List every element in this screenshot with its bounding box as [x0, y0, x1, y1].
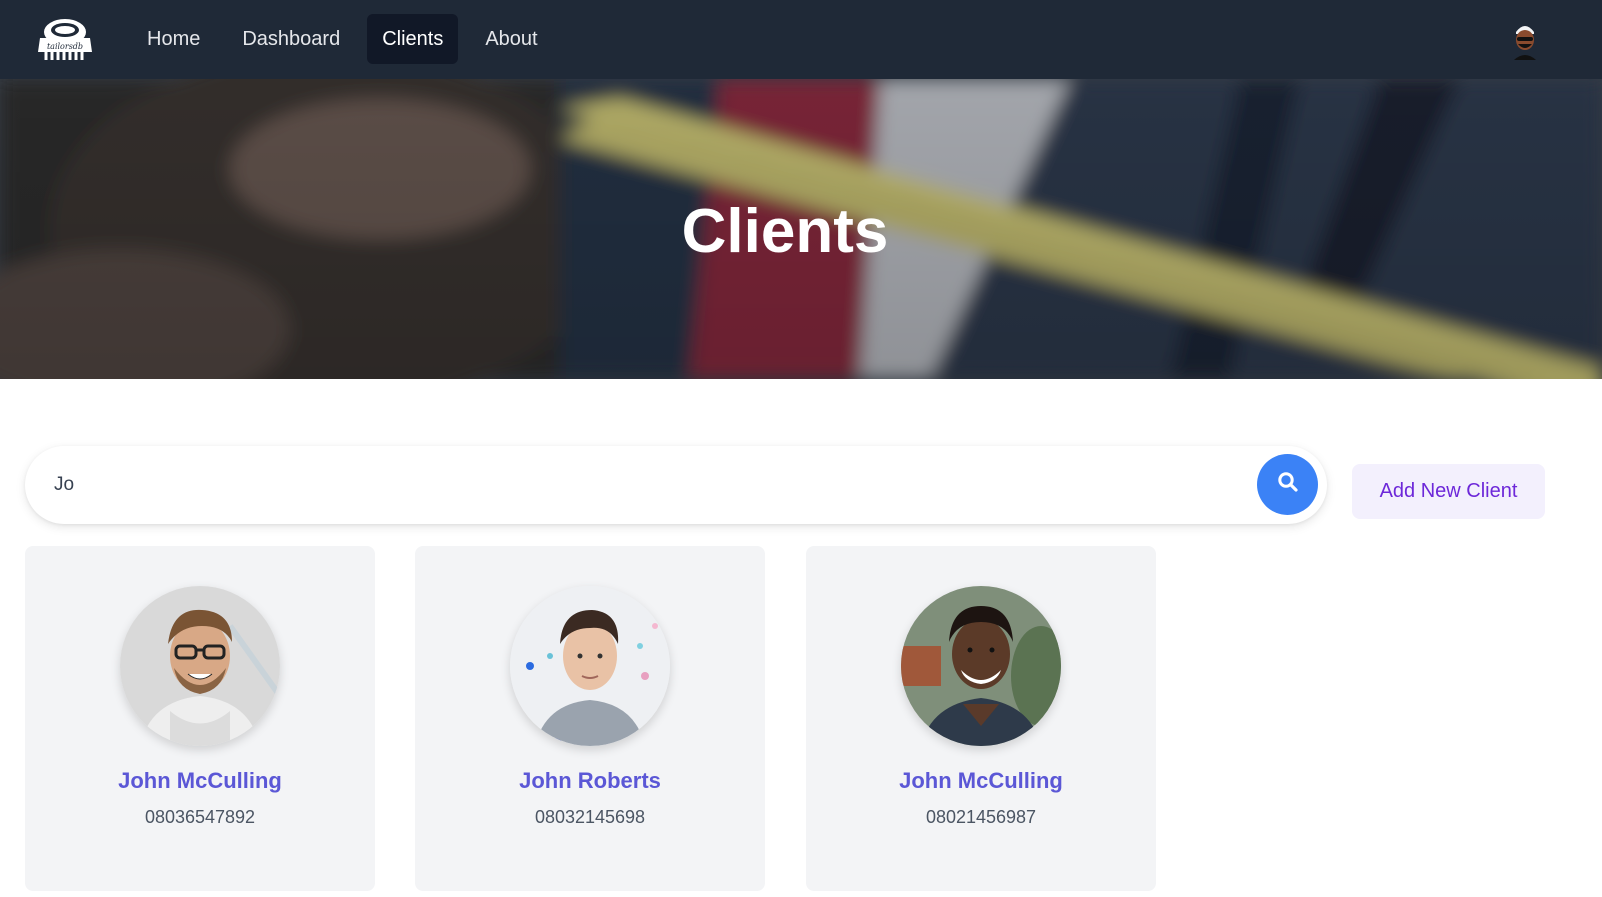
page-title: Clients: [681, 196, 889, 266]
search-bar: [25, 446, 1327, 524]
client-photo: [901, 586, 1061, 746]
top-navbar: tailorsdb Home Dashboard Clients About: [0, 0, 1602, 79]
search-button[interactable]: [1257, 454, 1318, 515]
search-input[interactable]: [54, 466, 1234, 504]
nav-clients[interactable]: Clients: [367, 14, 459, 64]
client-phone: 08032145698: [534, 807, 646, 827]
nav-about[interactable]: About: [470, 14, 552, 64]
client-photo: [510, 586, 670, 746]
client-photo: [120, 586, 280, 746]
client-card[interactable]: John Roberts 08032145698: [415, 546, 765, 891]
user-avatar-icon[interactable]: [1508, 20, 1542, 60]
client-phone: 08021456987: [925, 807, 1037, 827]
tailorsdb-logo-icon[interactable]: tailorsdb: [36, 14, 94, 62]
nav-dashboard[interactable]: Dashboard: [227, 14, 355, 64]
client-name[interactable]: John McCulling: [25, 768, 375, 794]
nav-links: Home Dashboard Clients About: [132, 14, 553, 64]
hero-banner: Clients: [0, 79, 1602, 379]
svg-text:tailorsdb: tailorsdb: [47, 42, 83, 51]
client-phone: 08036547892: [144, 807, 256, 827]
nav-home[interactable]: Home: [132, 14, 215, 64]
client-name[interactable]: John McCulling: [806, 768, 1156, 794]
client-card[interactable]: John McCulling 08036547892: [25, 546, 375, 891]
client-name[interactable]: John Roberts: [415, 768, 765, 794]
search-icon: [1277, 471, 1299, 498]
client-card[interactable]: John McCulling 08021456987: [806, 546, 1156, 891]
add-new-client-button[interactable]: Add New Client: [1352, 464, 1545, 519]
